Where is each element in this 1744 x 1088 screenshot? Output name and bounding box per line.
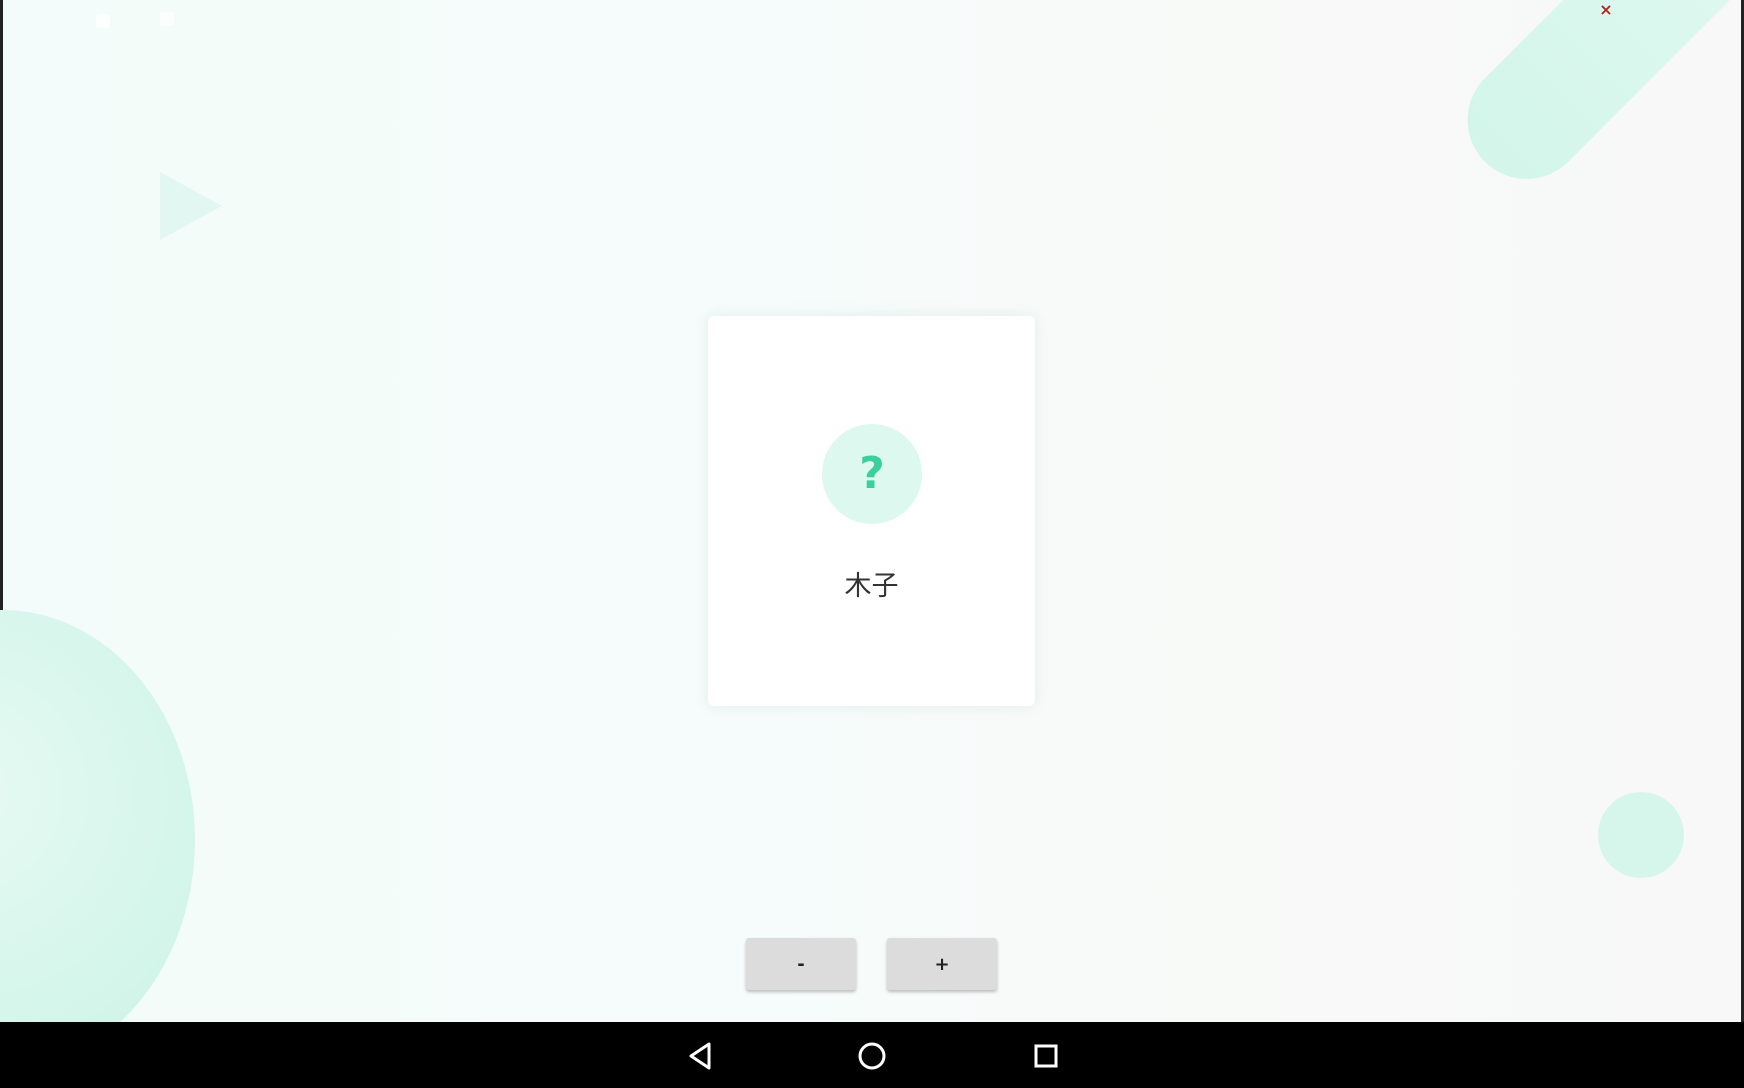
decorative-circle-large [0, 610, 195, 1022]
question-glyph: ? [859, 448, 885, 499]
decorative-pill-shape [1443, 0, 1744, 204]
contact-card: ? 木子 [708, 316, 1035, 706]
decorative-circle-small [1598, 792, 1684, 878]
system-navigation-bar [0, 1022, 1744, 1088]
question-mark-icon: ? [822, 424, 922, 524]
decorative-triangle [160, 172, 222, 240]
decorative-dot [160, 12, 174, 26]
decrement-button[interactable]: - [746, 938, 856, 990]
home-icon[interactable] [848, 1032, 896, 1080]
card-name: 木子 [844, 571, 899, 602]
decorative-dot [96, 14, 110, 28]
screen-edge-left [0, 0, 3, 1022]
increment-button[interactable]: + [887, 938, 997, 990]
app-screen: × ? 木子 - + [0, 0, 1744, 1022]
back-icon[interactable] [676, 1032, 724, 1080]
recent-apps-icon[interactable] [1022, 1032, 1070, 1080]
close-icon[interactable]: × [1598, 0, 1614, 20]
